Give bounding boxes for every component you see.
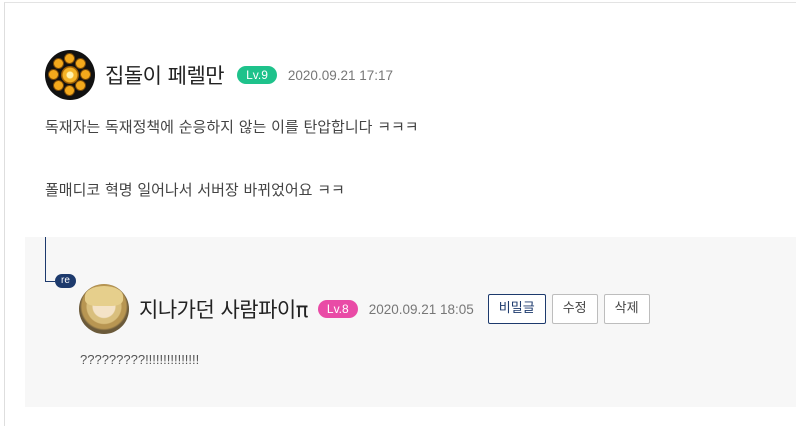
- reply-connector: [45, 237, 46, 281]
- avatar[interactable]: [45, 50, 95, 100]
- comment-date: 2020.09.21 17:17: [287, 67, 394, 83]
- reply-date: 2020.09.21 18:05: [368, 301, 474, 317]
- comment: 집돌이 페렐만 Lv.9 2020.09.21 17:17 독재자는 독재정책에…: [45, 48, 785, 243]
- reply-body: ?????????!!!!!!!!!!!!!!!: [80, 352, 200, 367]
- delete-button[interactable]: 삭제: [603, 294, 650, 324]
- comment-line: 폴매디코 혁명 일어나서 서버장 바뀌었어요 ㅋㅋ: [45, 181, 345, 199]
- edit-button[interactable]: 수정: [551, 294, 598, 324]
- level-badge: Lv.9: [237, 66, 277, 84]
- reply-header: 지나가던 사람파이π Lv.8 2020.09.21 18:05 비밀글 수정 …: [79, 283, 650, 335]
- comment-body: 독재자는 독재정책에 순응하지 않는 이를 탄압합니다 ㅋㅋㅋ 폴매디코 혁명 …: [45, 117, 785, 200]
- comment-header: 집돌이 페렐만 Lv.9 2020.09.21 17:17: [45, 48, 785, 102]
- avatar[interactable]: [79, 284, 129, 334]
- comment-line: 독재자는 독재정책에 순응하지 않는 이를 탄압합니다 ㅋㅋㅋ: [45, 118, 419, 136]
- reply-badge: re: [55, 274, 76, 288]
- reply-connector: [45, 281, 55, 282]
- reply: re 지나가던 사람파이π Lv.8 2020.09.21 18:05 비밀글 …: [25, 237, 796, 407]
- author-name[interactable]: 집돌이 페렐만: [105, 60, 225, 90]
- level-badge: Lv.8: [317, 300, 358, 318]
- secret-button[interactable]: 비밀글: [487, 294, 546, 324]
- author-name[interactable]: 지나가던 사람파이π: [139, 294, 308, 324]
